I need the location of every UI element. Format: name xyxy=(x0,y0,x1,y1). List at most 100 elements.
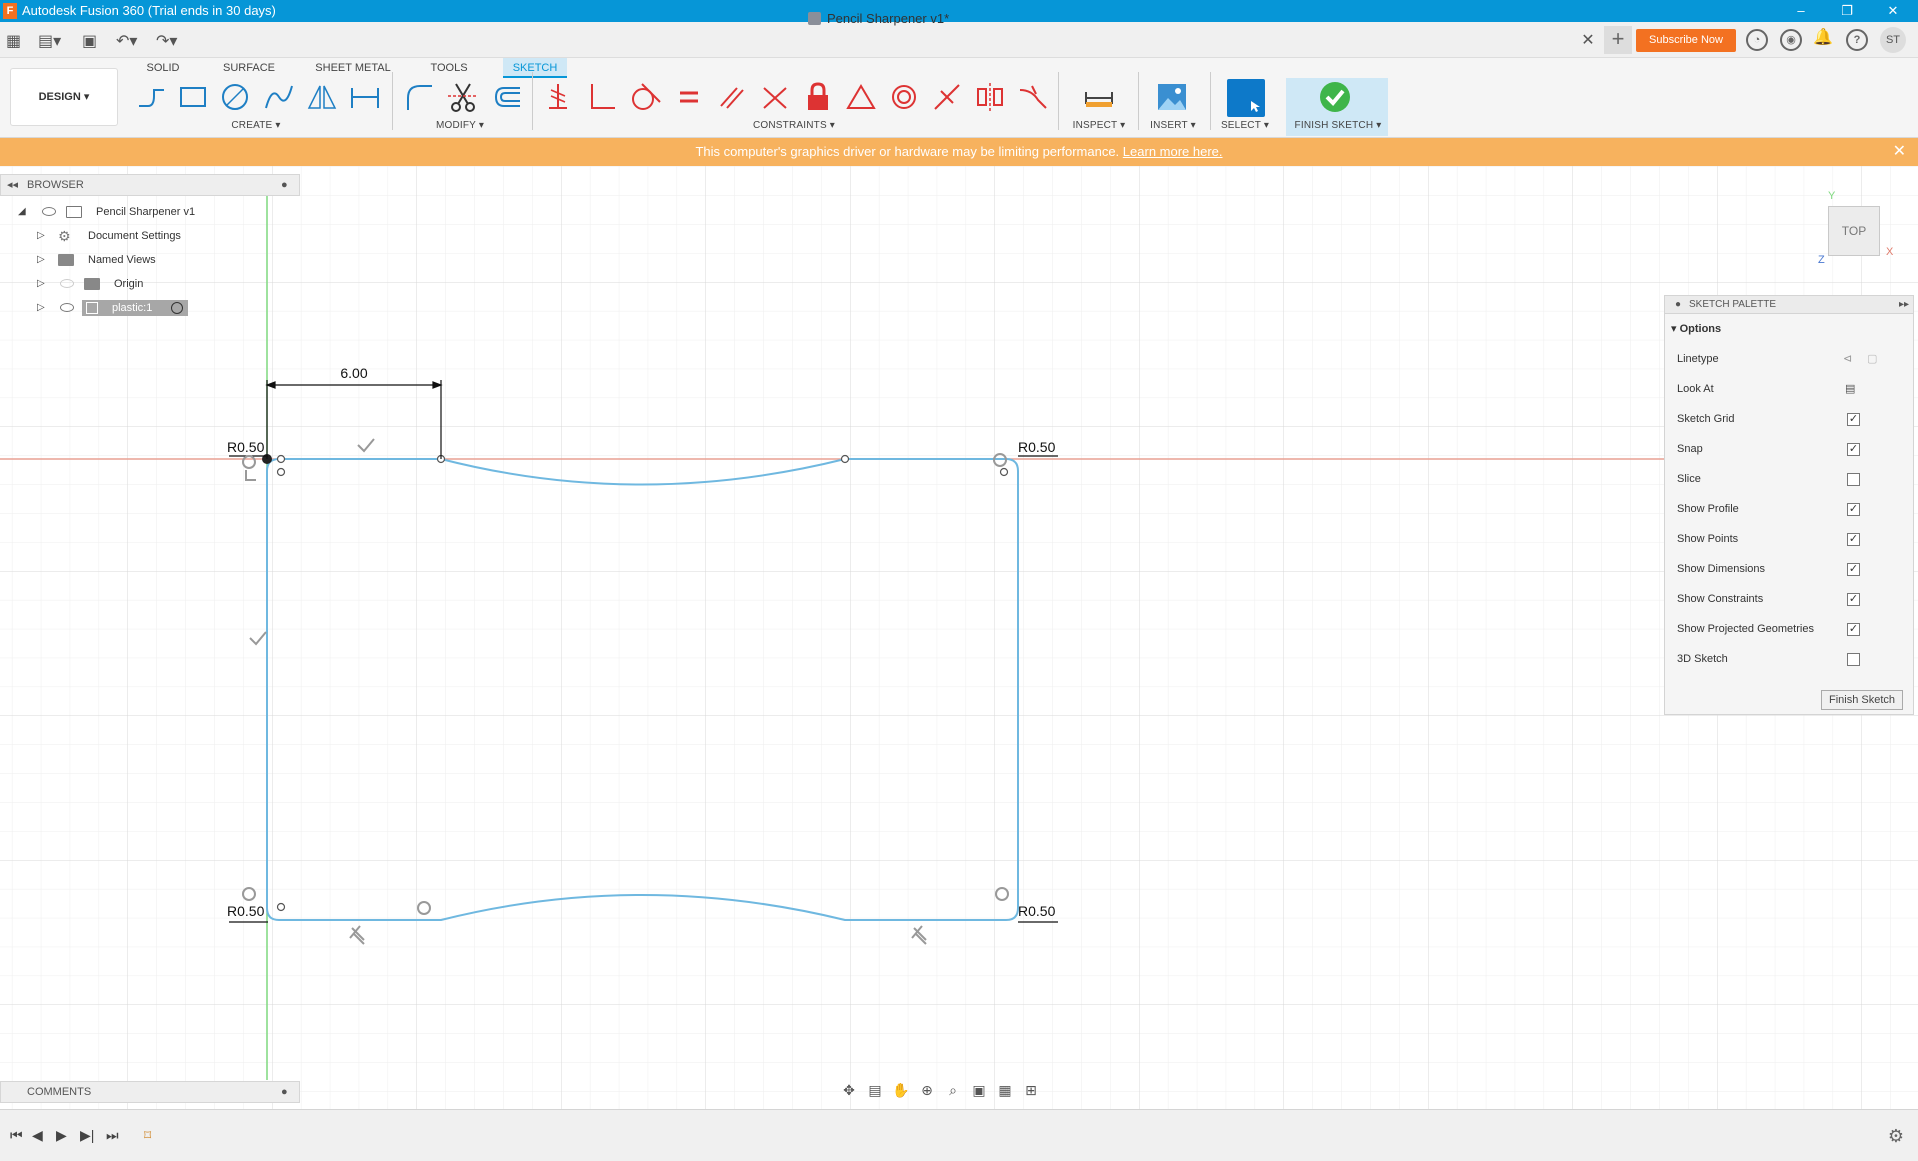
workspace-switcher-button[interactable]: DESIGN ▾ xyxy=(10,68,118,126)
display-settings-icon[interactable]: ▣ xyxy=(966,1082,992,1099)
collinear-constraint-icon[interactable] xyxy=(758,80,792,114)
palette-finish-sketch-button[interactable]: Finish Sketch xyxy=(1821,690,1903,710)
close-tab-icon[interactable]: ✕ xyxy=(1578,30,1598,50)
browser-item-document-settings[interactable]: ▷ ⚙ Document Settings xyxy=(0,225,300,247)
comments-panel-header[interactable]: COMMENTS ● xyxy=(0,1081,300,1103)
play-icon[interactable]: ▶ xyxy=(56,1127,67,1144)
sketch-palette-header[interactable]: ● SKETCH PALETTE ▸▸ xyxy=(1665,296,1913,314)
browser-item-root[interactable]: ◢ Pencil Sharpener v1 xyxy=(0,201,300,223)
redo-icon[interactable]: ↷▾ xyxy=(156,31,177,51)
collapse-panel-icon[interactable]: ◂◂ xyxy=(7,175,18,195)
subscribe-button[interactable]: Subscribe Now xyxy=(1636,29,1736,52)
viewcube[interactable]: TOP xyxy=(1828,206,1880,256)
curvature-constraint-icon[interactable] xyxy=(1016,80,1050,114)
activate-radio-icon[interactable] xyxy=(171,302,183,314)
job-status-icon[interactable]: ◔ xyxy=(1746,29,1768,51)
browser-item-named-views[interactable]: ▷ Named Views xyxy=(0,249,300,271)
circle-tool-icon[interactable] xyxy=(218,80,252,114)
browser-panel-header[interactable]: ◂◂ BROWSER ● xyxy=(0,174,300,196)
triangle-constraint-icon[interactable] xyxy=(844,80,878,114)
close-window-icon[interactable]: ✕ xyxy=(1870,0,1916,22)
minimize-icon[interactable]: – xyxy=(1778,0,1824,22)
banner-close-icon[interactable]: ✕ xyxy=(1893,138,1906,166)
orbit-icon[interactable]: ✥ xyxy=(836,1082,862,1099)
avatar[interactable]: ST xyxy=(1880,27,1906,53)
offset-tool-icon[interactable] xyxy=(490,80,524,114)
measure-tool-icon[interactable] xyxy=(1082,80,1116,114)
expand-triangle-icon[interactable]: ▷ xyxy=(37,297,45,319)
look-at-nav-icon[interactable]: ▤ xyxy=(862,1082,888,1099)
equal-constraint-icon[interactable] xyxy=(672,80,706,114)
spline-tool-icon[interactable] xyxy=(262,80,296,114)
rectangle-tool-icon[interactable] xyxy=(176,80,210,114)
fit-icon[interactable]: ⌕ xyxy=(940,1082,966,1099)
show-constraints-checkbox[interactable]: ✓ xyxy=(1847,593,1860,606)
tab-solid[interactable]: SOLID xyxy=(140,58,186,78)
online-status-icon[interactable]: ◉ xyxy=(1780,29,1802,51)
centerline-linetype-icon[interactable]: ▢ xyxy=(1867,349,1877,369)
line-tool-icon[interactable] xyxy=(134,80,168,114)
restore-icon[interactable]: ❐ xyxy=(1824,0,1870,22)
select-tool-icon[interactable] xyxy=(1227,79,1265,117)
show-points-checkbox[interactable]: ✓ xyxy=(1847,533,1860,546)
learn-more-link[interactable]: Learn more here. xyxy=(1123,144,1223,159)
tab-sketch[interactable]: SKETCH xyxy=(503,58,567,78)
zoom-icon[interactable]: ⊕ xyxy=(914,1082,940,1099)
inspect-menu[interactable]: INSPECT ▾ xyxy=(1064,120,1134,134)
finish-sketch-menu[interactable]: FINISH SKETCH ▾ xyxy=(1290,120,1386,134)
go-to-start-icon[interactable]: ⏮ xyxy=(10,1127,23,1144)
snap-checkbox[interactable]: ✓ xyxy=(1847,443,1860,456)
visibility-eye-icon[interactable] xyxy=(60,279,74,288)
add-comment-icon[interactable]: ● xyxy=(281,1082,288,1102)
symmetry-constraint-icon[interactable] xyxy=(973,80,1007,114)
select-menu[interactable]: SELECT ▾ xyxy=(1212,120,1278,134)
file-menu-icon[interactable]: ▤▾ xyxy=(38,31,61,51)
slice-checkbox[interactable] xyxy=(1847,473,1860,486)
sketch-grid-checkbox[interactable]: ✓ xyxy=(1847,413,1860,426)
palette-pin-icon[interactable]: ● xyxy=(1675,296,1681,314)
document-tab[interactable]: Pencil Sharpener v1* xyxy=(808,8,949,30)
perpendicular-constraint-icon[interactable] xyxy=(585,80,619,114)
fillet-tool-icon[interactable] xyxy=(402,80,436,114)
show-projected-checkbox[interactable]: ✓ xyxy=(1847,623,1860,636)
tab-sheet-metal[interactable]: SHEET METAL xyxy=(312,58,394,78)
step-back-icon[interactable]: ◀ xyxy=(32,1127,43,1144)
timeline-settings-gear-icon[interactable]: ⚙ xyxy=(1888,1126,1904,1147)
viewports-icon[interactable]: ⊞ xyxy=(1018,1082,1044,1099)
visibility-eye-icon[interactable] xyxy=(42,207,56,216)
undo-icon[interactable]: ↶▾ xyxy=(116,31,137,51)
trim-tool-icon[interactable] xyxy=(446,80,480,114)
apps-grid-icon[interactable]: ▦ xyxy=(6,31,21,51)
fix-constraint-lock-icon[interactable] xyxy=(801,80,835,114)
browser-item-origin[interactable]: ▷ Origin xyxy=(0,273,300,295)
3d-sketch-checkbox[interactable] xyxy=(1847,653,1860,666)
parallel-constraint-icon[interactable] xyxy=(715,80,749,114)
step-forward-icon[interactable]: ▶| xyxy=(80,1127,94,1144)
panel-pin-icon[interactable]: ● xyxy=(281,175,288,195)
coincident-constraint-icon[interactable] xyxy=(541,80,575,114)
show-profile-checkbox[interactable]: ✓ xyxy=(1847,503,1860,516)
tab-tools[interactable]: TOOLS xyxy=(424,58,474,78)
browser-item-plastic[interactable]: ▷ plastic:1 xyxy=(0,297,300,319)
show-dimensions-checkbox[interactable]: ✓ xyxy=(1847,563,1860,576)
create-menu[interactable]: CREATE ▾ xyxy=(216,120,296,134)
expand-triangle-icon[interactable]: ▷ xyxy=(37,249,45,271)
tab-surface[interactable]: SURFACE xyxy=(218,58,280,78)
expand-triangle-icon[interactable]: ▷ xyxy=(37,225,45,247)
concentric-constraint-icon[interactable] xyxy=(887,80,921,114)
notifications-icon[interactable]: 🔔 xyxy=(1812,29,1834,51)
palette-collapse-icon[interactable]: ▸▸ xyxy=(1899,296,1909,314)
visibility-eye-icon[interactable] xyxy=(60,303,74,312)
save-icon[interactable]: ▣ xyxy=(82,31,97,51)
modify-menu[interactable]: MODIFY ▾ xyxy=(420,120,500,134)
help-icon[interactable]: ? xyxy=(1846,29,1868,51)
expand-triangle-icon[interactable]: ▷ xyxy=(37,273,45,295)
sketch-timeline-feature-icon[interactable]: ⌑ xyxy=(144,1127,151,1144)
dimension-tool-icon[interactable] xyxy=(348,80,382,114)
insert-menu[interactable]: INSERT ▾ xyxy=(1140,120,1206,134)
new-tab-button[interactable]: + xyxy=(1604,26,1632,54)
pan-hand-icon[interactable]: ✋ xyxy=(888,1082,914,1099)
finish-sketch-check-icon[interactable] xyxy=(1318,80,1352,114)
expand-triangle-icon[interactable]: ◢ xyxy=(18,201,26,223)
midpoint-constraint-icon[interactable] xyxy=(930,80,964,114)
